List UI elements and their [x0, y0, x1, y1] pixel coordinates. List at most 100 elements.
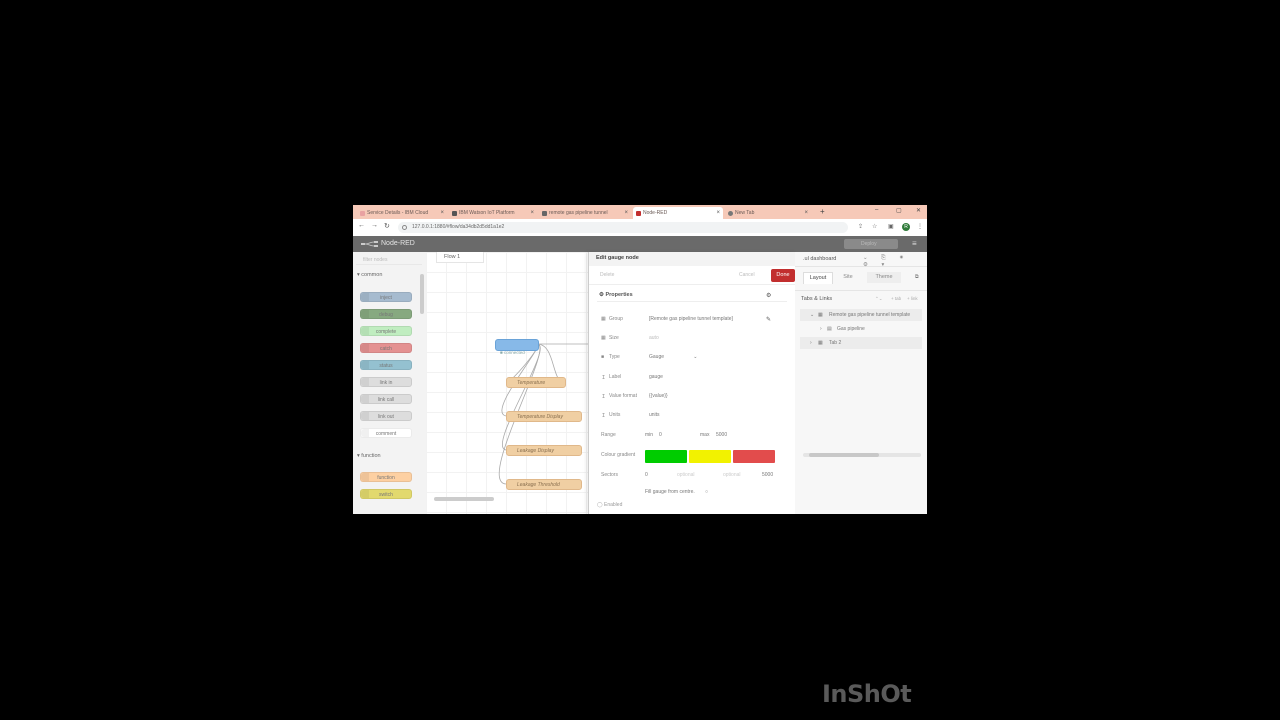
palette-filter-input[interactable]: filter nodes	[356, 255, 422, 265]
external-link-icon[interactable]: ⧉	[915, 274, 919, 280]
tab-node-red[interactable]: Node-RED ×	[633, 207, 723, 219]
flow-node-temperature[interactable]: Temperature	[506, 377, 566, 388]
gear-icon[interactable]: ⚙	[766, 292, 771, 299]
pencil-icon[interactable]: ✎	[766, 316, 771, 323]
tree-item-group[interactable]: › ▤ Gas pipeline	[800, 323, 922, 335]
palette-node-link-in[interactable]: link in	[360, 377, 412, 387]
tab-site[interactable]: Site	[835, 272, 861, 283]
size-button[interactable]: auto	[649, 335, 659, 341]
label-input[interactable]: gauge	[649, 374, 663, 380]
minimize-icon[interactable]: –	[875, 207, 878, 213]
node-label: complete	[375, 329, 397, 335]
node-label: link in	[379, 380, 393, 386]
url-input[interactable]: 127.0.0.1:1880/#flow/da34db2d5dd1a1e2	[398, 222, 848, 233]
flow-workspace[interactable]: Flow 1 ■ connected Temperature Temperatu…	[426, 252, 641, 514]
close-icon[interactable]: ×	[804, 210, 808, 216]
gradient-colour-1[interactable]	[645, 450, 687, 463]
tab-layout[interactable]: Layout	[803, 272, 833, 284]
tree-item-template-tab[interactable]: ⌄ ▦ Remote gas pipeline tunnel template	[800, 309, 922, 321]
site-info-icon[interactable]	[402, 225, 407, 230]
palette-node-catch[interactable]: catch	[360, 343, 412, 353]
node-label: status	[379, 363, 393, 369]
sector-optional-input[interactable]: optional	[677, 472, 695, 478]
deploy-button[interactable]: Deploy	[844, 239, 898, 249]
sector-end-input[interactable]: 5000	[762, 472, 773, 478]
node-label: inject	[380, 295, 392, 301]
sector-optional-input[interactable]: optional	[723, 472, 741, 478]
palette-node-comment[interactable]: comment	[360, 428, 412, 438]
browser-tab-strip: Service Details - IBM Cloud × IBM Watson…	[353, 205, 927, 219]
flow-node-leakage-display[interactable]: Leakage Display	[506, 445, 582, 456]
app-title: Node-RED	[381, 240, 415, 247]
range-max-input[interactable]: 5000	[716, 432, 727, 438]
dashboard-header: .ul dashboard ⌄ ⎘ ✷ ⚙ ▾	[795, 252, 927, 268]
share-icon[interactable]: ⇪	[858, 223, 863, 230]
add-tab-button[interactable]: + tab	[891, 296, 901, 301]
delete-button[interactable]: Delete	[600, 272, 614, 278]
gradient-colour-3[interactable]	[733, 450, 775, 463]
type-select[interactable]: Gauge ⌄	[649, 354, 697, 360]
tab-title: New Tab	[735, 210, 755, 216]
value-format-input[interactable]: {{value}}	[649, 393, 668, 399]
chevron-right-icon: ›	[820, 326, 822, 332]
tab-service-details[interactable]: Service Details - IBM Cloud ×	[357, 207, 447, 219]
workspace-scrollbar[interactable]	[434, 497, 494, 501]
tab-icon: ▦	[818, 340, 823, 346]
sector-start-input[interactable]: 0	[645, 472, 648, 478]
hamburger-menu-icon[interactable]: ≡	[912, 240, 917, 248]
profile-avatar[interactable]: R	[902, 223, 910, 231]
add-link-button[interactable]: + link	[907, 296, 918, 301]
bookmark-star-icon[interactable]: ☆	[872, 223, 877, 230]
back-icon[interactable]: ←	[358, 222, 365, 229]
tree-item-tab-2[interactable]: › ▦ Tab 2	[800, 337, 922, 349]
sidebar-scrollbar[interactable]	[803, 453, 921, 457]
units-input[interactable]: units	[649, 412, 660, 418]
range-min-input[interactable]: 0	[659, 432, 662, 438]
new-tab-button[interactable]: +	[820, 207, 825, 216]
tab-watson-iot[interactable]: IBM Watson IoT Platform ×	[449, 207, 537, 219]
address-bar-row: ← → ↻ 127.0.0.1:1880/#flow/da34db2d5dd1a…	[353, 219, 927, 237]
close-icon[interactable]: ×	[624, 210, 628, 216]
palette-node-function[interactable]: function	[360, 472, 412, 482]
divider	[597, 301, 787, 302]
gradient-colour-2[interactable]	[689, 450, 731, 463]
palette-node-link-call[interactable]: link call	[360, 394, 412, 404]
close-icon[interactable]: ×	[716, 210, 720, 216]
tab-remote-gas-pipeline[interactable]: remote gas pipeline tunnel ×	[539, 207, 631, 219]
palette-category-function[interactable]: ▾ function	[357, 453, 381, 459]
tab-new-tab[interactable]: New Tab ×	[725, 207, 811, 219]
palette-scrollbar[interactable]	[420, 274, 424, 314]
reload-icon[interactable]: ↻	[384, 222, 390, 230]
more-icon[interactable]: ⋮	[917, 223, 923, 230]
flow-node-leakage-threshold[interactable]: Leakage Threshold	[506, 479, 582, 490]
tab-theme[interactable]: Theme	[867, 272, 901, 283]
collapse-buttons[interactable]: ⌃⌄	[875, 296, 883, 302]
category-label: common	[361, 272, 383, 278]
section-label: Properties	[605, 292, 633, 298]
group-select[interactable]: [Remote gas pipeline tunnel template]	[649, 316, 733, 322]
sidebar-icon[interactable]: ▣	[888, 223, 894, 230]
palette-node-inject[interactable]: inject	[360, 292, 412, 302]
chrome-icon	[728, 210, 733, 216]
done-button[interactable]: Done	[771, 269, 795, 282]
palette-category-common[interactable]: ▾ common	[357, 272, 382, 278]
category-label: function	[361, 453, 381, 459]
palette-node-status[interactable]: status	[360, 360, 412, 370]
fill-from-centre-checkbox[interactable]: ○	[705, 489, 708, 495]
window-close-icon[interactable]: ✕	[916, 207, 921, 214]
palette-node-link-out[interactable]: link out	[360, 411, 412, 421]
properties-section-header[interactable]: ⚙ Properties	[599, 292, 633, 298]
forward-icon[interactable]: →	[371, 222, 378, 229]
status-text: connected	[503, 350, 525, 355]
cancel-button[interactable]: Cancel	[739, 272, 755, 278]
flow-node-temperature-display[interactable]: Temperature Display	[506, 411, 582, 422]
label-label: Label	[609, 374, 622, 380]
palette-node-debug[interactable]: debug	[360, 309, 412, 319]
enabled-toggle[interactable]: ◯ Enabled	[597, 502, 622, 508]
size-label: Size	[609, 335, 619, 341]
palette-node-switch[interactable]: switch	[360, 489, 412, 499]
close-icon[interactable]: ×	[440, 210, 444, 216]
palette-node-complete[interactable]: complete	[360, 326, 412, 336]
close-icon[interactable]: ×	[530, 210, 534, 216]
maximize-icon[interactable]: ▢	[896, 207, 902, 214]
